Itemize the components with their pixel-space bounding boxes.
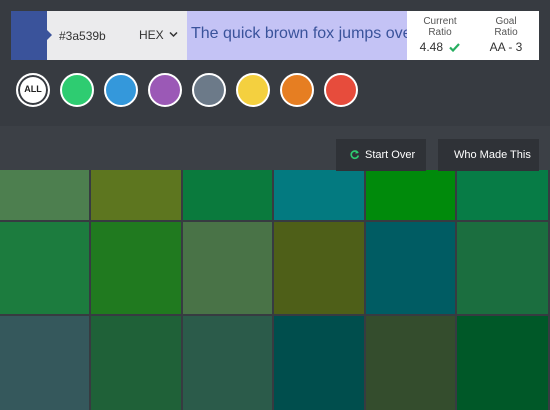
color-format-select[interactable]: HEX [139, 26, 183, 46]
filter-gray-button[interactable] [192, 73, 226, 107]
chevron-down-icon [169, 31, 178, 38]
color-swatch-cell[interactable] [366, 170, 455, 220]
text-preview: The quick brown fox jumps over the lazy … [187, 11, 407, 60]
color-swatch-cell[interactable] [183, 170, 272, 220]
color-swatch-cell[interactable] [0, 170, 89, 220]
grid-header-cell [0, 126, 92, 170]
color-swatch-cell[interactable] [274, 316, 364, 410]
contrast-ratio-panel: Current Ratio 4.48 Goal Ratio AA - 3 [407, 11, 539, 60]
color-swatch-cell[interactable] [457, 222, 548, 314]
color-swatch-cell[interactable] [457, 316, 548, 410]
goal-ratio-value: AA - 3 [489, 40, 523, 54]
start-over-button[interactable]: Start Over [336, 139, 426, 171]
color-swatch-cell[interactable] [183, 316, 272, 410]
grid-header-cell [91, 126, 184, 170]
color-input-bar: HEX The quick brown fox jumps over the l… [11, 11, 539, 60]
color-swatch-cell[interactable] [91, 316, 181, 410]
hex-color-input[interactable] [57, 26, 139, 46]
color-swatch-cell[interactable] [0, 222, 89, 314]
filter-green-button[interactable] [60, 73, 94, 107]
filter-purple-button[interactable] [148, 73, 182, 107]
start-over-label: Start Over [365, 149, 416, 161]
color-swatch-cell[interactable] [91, 170, 181, 220]
swatch-pointer [47, 30, 52, 40]
preview-text: The quick brown fox jumps over the lazy … [191, 25, 407, 42]
filter-orange-button[interactable] [280, 73, 314, 107]
color-swatch[interactable] [11, 11, 47, 60]
checkmark-icon [449, 43, 461, 53]
grid-header-cell [183, 126, 275, 170]
color-format-label: HEX [139, 28, 164, 42]
refresh-icon [350, 150, 360, 160]
color-swatch-cell[interactable] [274, 222, 364, 314]
current-ratio-label: Current Ratio [423, 16, 457, 38]
color-swatch-cell[interactable] [183, 222, 272, 314]
current-ratio: Current Ratio 4.48 [407, 16, 473, 54]
current-ratio-value: 4.48 [419, 40, 443, 54]
filter-all-button[interactable]: ALL [16, 73, 50, 107]
color-swatch-cell[interactable] [366, 222, 455, 314]
color-swatch-cell[interactable] [457, 170, 548, 220]
filter-blue-button[interactable] [104, 73, 138, 107]
filter-yellow-button[interactable] [236, 73, 270, 107]
color-swatch-cell[interactable] [274, 170, 364, 220]
filter-red-button[interactable] [324, 73, 358, 107]
who-made-this-button[interactable]: Who Made This [438, 139, 539, 171]
color-swatch-cell[interactable] [366, 316, 455, 410]
goal-ratio-label: Goal Ratio [494, 16, 518, 38]
filter-all-label: ALL [24, 84, 42, 94]
color-swatch-cell[interactable] [91, 222, 181, 314]
color-swatch-cell[interactable] [0, 316, 89, 410]
goal-ratio: Goal Ratio AA - 3 [473, 16, 539, 54]
who-made-this-label: Who Made This [454, 149, 531, 161]
